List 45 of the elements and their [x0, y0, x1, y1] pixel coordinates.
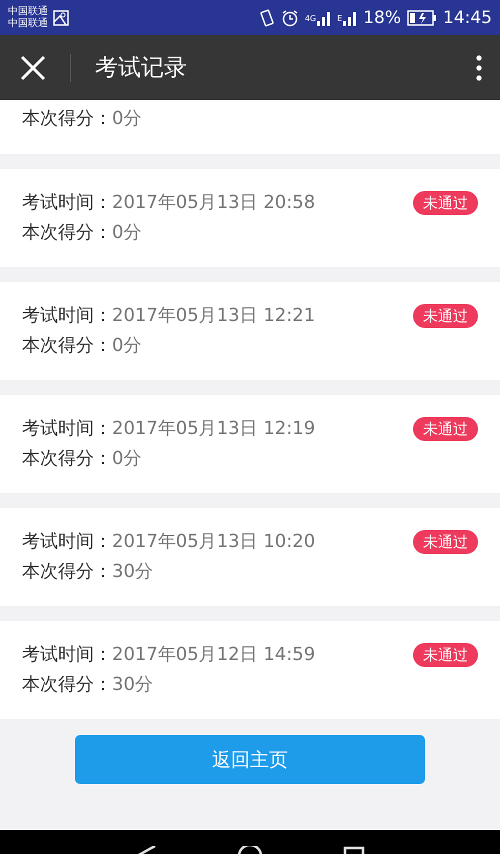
field-label: 本次得分：	[22, 108, 112, 129]
field-value: 30分	[112, 561, 153, 582]
field-value: 2017年05月12日 14:59	[112, 644, 316, 665]
more-menu-icon[interactable]	[476, 54, 482, 80]
field-label: 考试时间：	[22, 418, 112, 439]
field-value: 30分	[112, 674, 153, 695]
field-value: 2017年05月13日 12:19	[112, 418, 316, 439]
status-badge: 未通过	[413, 417, 478, 441]
signal-icon	[317, 10, 332, 26]
carrier-name: 中国联通	[8, 6, 48, 18]
field-label: 本次得分：	[22, 561, 112, 582]
recents-icon[interactable]	[343, 846, 365, 854]
status-badge: 未通过	[413, 530, 478, 554]
status-badge: 未通过	[413, 643, 478, 667]
field-value: 2017年05月13日 20:58	[112, 192, 316, 213]
status-badge: 未通过	[413, 191, 478, 215]
close-icon[interactable]	[20, 54, 46, 80]
field-label: 考试时间：	[22, 644, 112, 665]
image-icon	[53, 10, 69, 26]
home-button[interactable]: 返回主页	[75, 735, 425, 784]
field-value: 0分	[112, 335, 142, 356]
field-value: 0分	[112, 448, 142, 469]
field-label: 本次得分：	[22, 335, 112, 356]
vibrate-icon	[258, 8, 275, 26]
alarm-icon	[280, 8, 299, 26]
network-type: 4G	[304, 14, 316, 22]
carrier-name: 中国联通	[8, 18, 48, 30]
home-icon[interactable]	[237, 846, 263, 854]
field-value: 2017年05月13日 12:21	[112, 305, 316, 326]
field-label: 本次得分：	[22, 222, 112, 243]
status-badge: 未通过	[413, 304, 478, 328]
battery-percent: 18%	[363, 8, 401, 28]
field-label: 考试时间：	[22, 192, 112, 213]
field-label: 考试时间：	[22, 305, 112, 326]
signal-icon	[343, 10, 358, 26]
field-label: 本次得分：	[22, 674, 112, 695]
page-title: 考试记录	[70, 54, 187, 82]
field-value: 0分	[112, 222, 142, 243]
battery-charging-icon	[407, 10, 437, 26]
field-label: 考试时间：	[22, 531, 112, 552]
field-value: 2017年05月13日 10:20	[112, 531, 316, 552]
field-value: 0分	[112, 108, 142, 129]
field-label: 本次得分：	[22, 448, 112, 469]
clock: 14:45	[443, 8, 492, 28]
network-type: E	[337, 14, 342, 22]
